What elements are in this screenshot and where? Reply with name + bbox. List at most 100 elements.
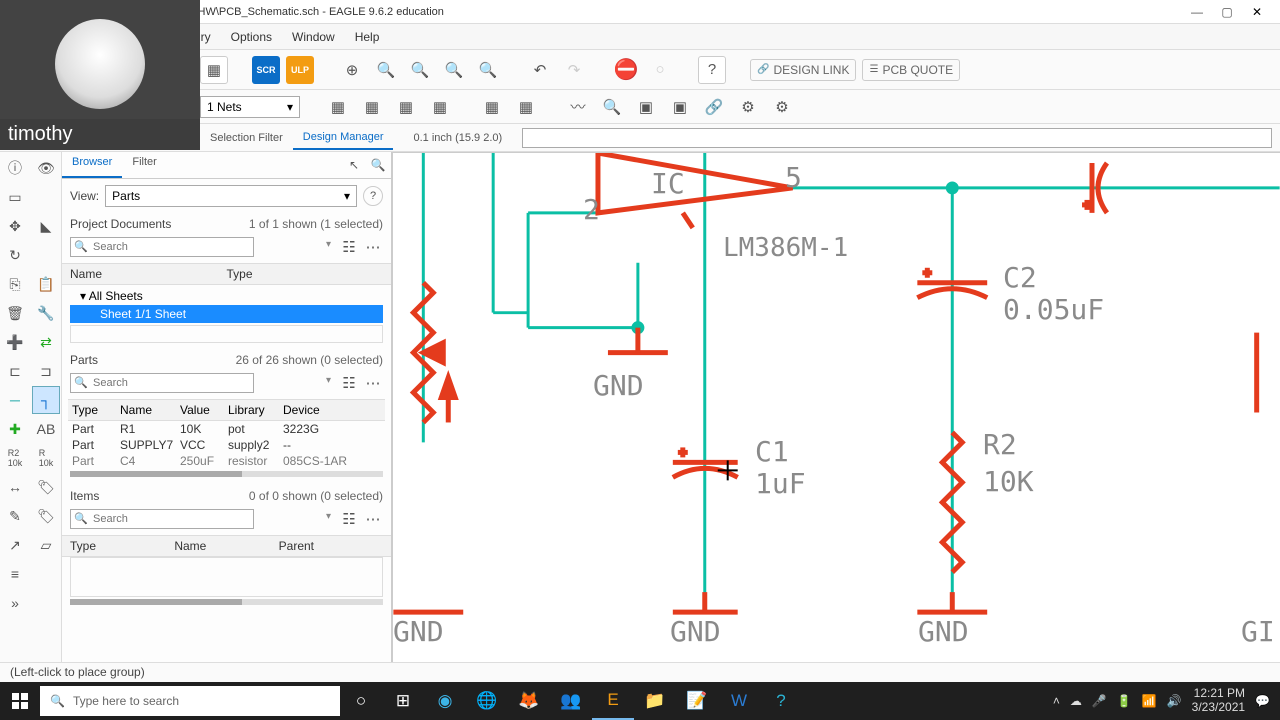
tray-onedrive-icon[interactable]: ☁ [1070, 694, 1082, 708]
cortana-icon[interactable]: ○ [340, 682, 382, 720]
dm-pcol-type[interactable]: Type [72, 403, 120, 417]
tab-selection-filter[interactable]: Selection Filter [200, 127, 293, 149]
dm-pointer-icon[interactable]: ↖ [343, 154, 365, 176]
schematic-canvas[interactable]: IC 2 5 LM386M-1 C2 0.05uF GND C1 1uF R2 … [392, 152, 1280, 662]
dm-parts-search[interactable] [70, 373, 254, 393]
command-input[interactable] [522, 128, 1272, 148]
dm-list-icon[interactable]: ☷ [339, 509, 359, 529]
teams-icon[interactable]: 👥 [550, 682, 592, 720]
dm-tab-browser[interactable]: Browser [62, 152, 122, 178]
dm-parts-scrollbar[interactable] [70, 471, 383, 477]
tray-volume-icon[interactable]: 🔊 [1167, 694, 1182, 708]
dm-list-icon[interactable]: ☷ [339, 237, 359, 257]
wire-tool-icon[interactable]: ┐ [32, 386, 60, 414]
taskbar-clock[interactable]: 12:21 PM 3/23/2021 [1192, 687, 1245, 715]
dropdown-icon[interactable]: ▾ [326, 375, 331, 386]
dm-pcol-device[interactable]: Device [283, 403, 343, 417]
notepad-icon[interactable]: 📝 [676, 682, 718, 720]
search-tool-icon[interactable]: 🔍 [598, 93, 626, 121]
grid-icon-5[interactable]: ▦ [478, 93, 506, 121]
grid-icon-3[interactable]: ▦ [392, 93, 420, 121]
dm-more-icon[interactable]: ⋯ [363, 237, 383, 257]
zoom-window-icon[interactable]: 🔍 [440, 56, 468, 84]
dm-icol-parent[interactable]: Parent [279, 539, 383, 553]
dm-help-icon[interactable]: ? [363, 186, 383, 206]
r2-tool-icon[interactable]: R210k [1, 444, 29, 472]
pcb-quote-button[interactable]: ☰ PCB QUOTE [862, 59, 960, 81]
tag-tool-icon[interactable]: 🏷 [32, 473, 60, 501]
zoom-fit-icon[interactable]: ⊕ [338, 56, 366, 84]
dm-search-icon[interactable]: 🔍 [367, 154, 389, 176]
tray-chevron-icon[interactable]: ˄ [1053, 694, 1060, 708]
dm-col-name[interactable]: Name [70, 267, 227, 281]
expand-palette-icon[interactable]: » [1, 589, 29, 617]
edge-icon[interactable]: ◉ [424, 682, 466, 720]
eagle-icon[interactable]: E [592, 682, 634, 720]
wrench-tool-icon[interactable]: 🔧 [32, 299, 60, 327]
dm-pcol-name[interactable]: Name [120, 403, 180, 417]
explorer-icon[interactable]: 📁 [634, 682, 676, 720]
dm-col-type[interactable]: Type [227, 267, 384, 281]
table-row[interactable]: PartC4250uFresistor085CS-1AR [68, 453, 385, 469]
minimize-button[interactable]: — [1182, 2, 1212, 22]
replace-tool-icon[interactable]: ⇄ [32, 328, 60, 356]
table-row[interactable]: PartSUPPLY7VCCsupply2-- [68, 437, 385, 453]
dm-tree-allsheets[interactable]: ▾ All Sheets [70, 287, 383, 305]
dm-tree-sheet1[interactable]: Sheet 1/1 Sheet [70, 305, 383, 323]
price-tool-icon[interactable]: 🏷 [32, 502, 60, 530]
gear2-icon[interactable]: ⚙ [768, 93, 796, 121]
taskbar-search[interactable]: 🔍 Type here to search [40, 686, 340, 716]
dropdown-icon[interactable]: ▾ [326, 239, 331, 250]
grid-icon-6[interactable]: ▦ [512, 93, 540, 121]
maximize-button[interactable]: ▢ [1212, 2, 1242, 22]
dm-view-select[interactable]: Parts▾ [105, 185, 357, 207]
dm-projdocs-search[interactable] [70, 237, 254, 257]
tray-wifi-icon[interactable]: 📶 [1142, 694, 1157, 708]
link-icon[interactable]: 🔗 [700, 93, 728, 121]
gate-tool-icon[interactable]: ⊏ [1, 357, 29, 385]
tab-design-manager[interactable]: Design Manager [293, 126, 394, 150]
ulp-button[interactable]: ULP [286, 56, 314, 84]
design-link-button[interactable]: 🔗 DESIGN LINK [750, 59, 856, 81]
dm-items-scrollbar[interactable] [70, 599, 383, 605]
dm-more-icon[interactable]: ⋯ [363, 509, 383, 529]
paste-tool-icon[interactable]: 📋 [32, 270, 60, 298]
add-part-tool-icon[interactable]: ➕ [1, 328, 29, 356]
dm-tab-filter[interactable]: Filter [122, 152, 166, 178]
delete-tool-icon[interactable]: 🗑 [1, 299, 29, 327]
chrome-icon[interactable]: 🌐 [466, 682, 508, 720]
go-icon[interactable]: ○ [646, 56, 674, 84]
drc-icon[interactable]: ▣ [666, 93, 694, 121]
grid-icon-1[interactable]: ▦ [324, 93, 352, 121]
rotate-tool-icon[interactable]: ↻ [1, 241, 29, 269]
grid-icon-2[interactable]: ▦ [358, 93, 386, 121]
invoke-tool-icon[interactable]: ⊐ [32, 357, 60, 385]
help-taskbar-icon[interactable]: ? [760, 682, 802, 720]
menu-options[interactable]: Options [223, 26, 280, 48]
help-icon[interactable]: ? [698, 56, 726, 84]
menu-window[interactable]: Window [284, 26, 343, 48]
grid-icon-4[interactable]: ▦ [426, 93, 454, 121]
dimension-tool-icon[interactable]: ↔ [1, 473, 29, 501]
erc-icon[interactable]: ▣ [632, 93, 660, 121]
tray-notifications-icon[interactable]: 💬 [1255, 694, 1270, 708]
info-tool-icon[interactable]: ⓘ [1, 154, 29, 182]
firefox-icon[interactable]: 🦊 [508, 682, 550, 720]
dropdown-icon[interactable]: ▾ [326, 511, 331, 522]
close-button[interactable]: ✕ [1242, 2, 1272, 22]
table-row[interactable]: PartR110Kpot3223G [68, 421, 385, 437]
show-tool-icon[interactable]: 👁 [32, 154, 60, 182]
dm-items-search[interactable] [70, 509, 254, 529]
tray-mic-icon[interactable]: 🎤 [1092, 694, 1107, 708]
tray-battery-icon[interactable]: 🔋 [1117, 694, 1132, 708]
split-tool-icon[interactable]: ↗ [1, 531, 29, 559]
copy-tool-icon[interactable]: ⎘ [1, 270, 29, 298]
dm-pcol-value[interactable]: Value [180, 403, 228, 417]
dm-list-icon[interactable]: ☷ [339, 373, 359, 393]
taskview-icon[interactable]: ⊞ [382, 682, 424, 720]
scr-button[interactable]: SCR [252, 56, 280, 84]
start-button[interactable] [0, 682, 40, 720]
select-tool-icon[interactable]: ▭ [1, 183, 29, 211]
dm-icol-type[interactable]: Type [70, 539, 174, 553]
zoom-redraw-icon[interactable]: 🔍 [474, 56, 502, 84]
